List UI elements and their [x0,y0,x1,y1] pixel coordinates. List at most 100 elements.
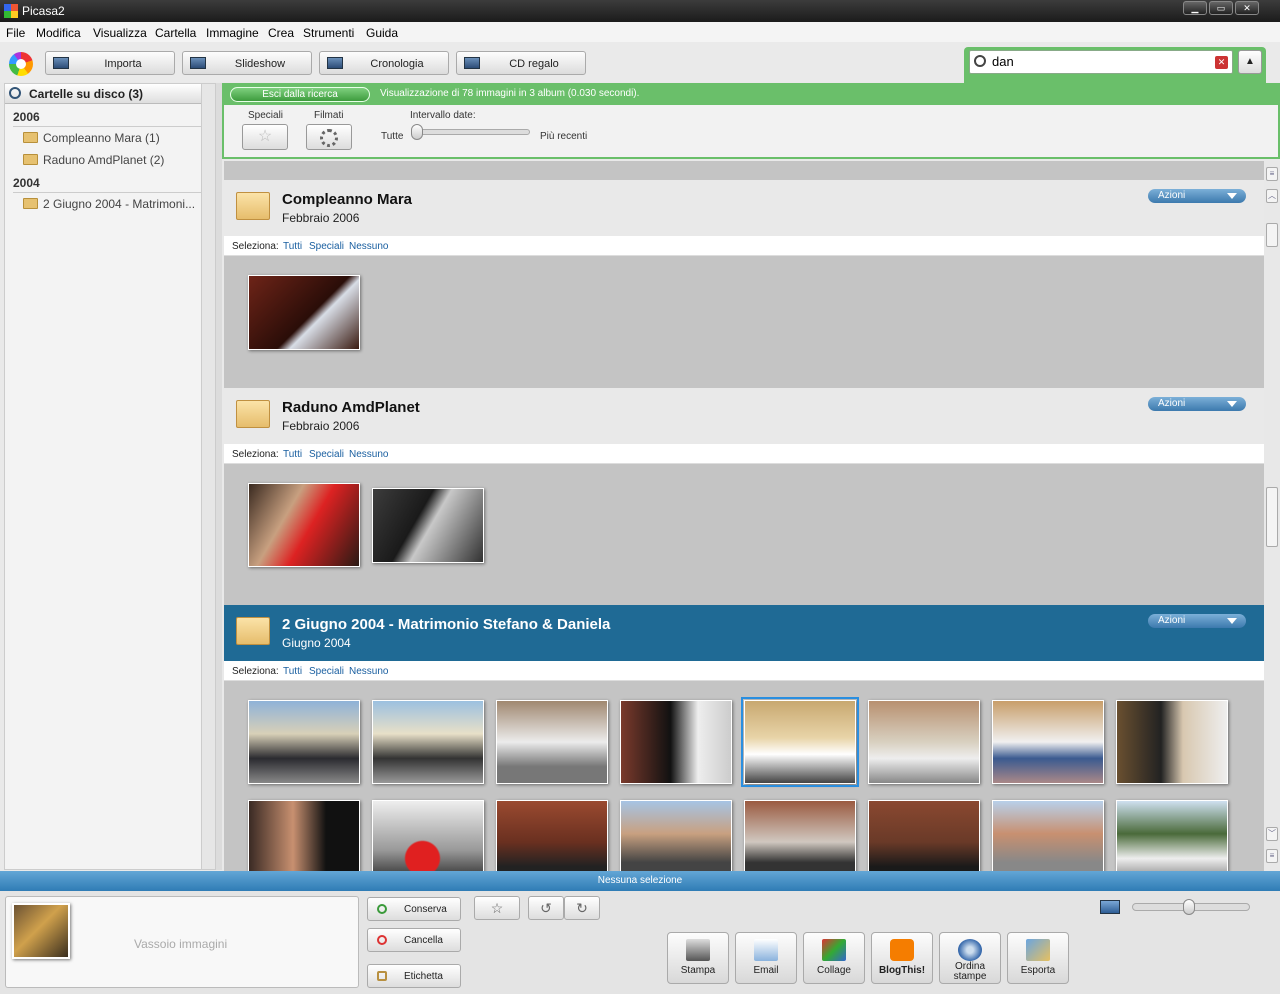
photo-thumbnail[interactable] [248,275,360,350]
slider-knob[interactable] [411,124,423,140]
star-button[interactable]: ☆ [474,896,520,920]
slider-knob[interactable] [1183,899,1195,915]
scroll-jog[interactable] [1266,487,1278,547]
sidebar-header[interactable]: Cartelle su disco (3) [5,84,201,104]
scroll-down-icon[interactable]: ﹀ [1266,827,1278,841]
scroll-top-icon[interactable]: ≡ [1266,167,1278,181]
album-header[interactable]: Compleanno Mara Febbraio 2006 Azioni [224,180,1264,236]
photo-thumbnail-selected[interactable] [741,697,859,787]
menu-modifica[interactable]: Modifica [36,26,81,40]
panel-splitter[interactable] [216,83,222,870]
album-date: Febbraio 2006 [282,419,360,433]
starred-filter-button[interactable]: ☆ [242,124,288,150]
close-icon[interactable]: ✕ [1235,1,1259,15]
movies-filter-button[interactable] [306,124,352,150]
photo-thumbnail[interactable] [744,800,856,871]
photo-thumbnail[interactable] [868,700,980,784]
rotate-left-button[interactable]: ↺ [528,896,564,920]
select-starred-link[interactable]: Speciali [309,666,344,677]
slideshow-icon [190,57,206,69]
select-all-link[interactable]: Tutti [283,241,302,252]
photo-thumbnail[interactable] [1116,700,1228,784]
menu-immagine[interactable]: Immagine [206,26,259,40]
rotate-right-button[interactable]: ↻ [564,896,600,920]
tray-thumbnail[interactable] [12,903,70,959]
select-none-link[interactable]: Nessuno [349,666,388,677]
select-none-link[interactable]: Nessuno [349,241,388,252]
photo-thumbnail[interactable] [372,800,484,871]
clear-button[interactable]: Cancella [367,928,461,952]
sidebar-scrollbar[interactable] [201,84,215,869]
filter-bar: Speciali ☆ Filmati Intervallo date: Tutt… [222,105,1280,159]
sidebar-item-raduno-amdplanet[interactable]: Raduno AmdPlanet (2) [23,153,164,167]
menu-file[interactable]: File [6,26,25,40]
date-range-slider[interactable] [411,124,530,140]
import-button[interactable]: Importa [45,51,175,75]
photo-thumbnail[interactable] [868,800,980,871]
menu-strumenti[interactable]: Strumenti [303,26,354,40]
sidebar-item-matrimonio[interactable]: 2 Giugno 2004 - Matrimoni... [23,197,195,211]
photo-thumbnail[interactable] [620,800,732,871]
photo-tray[interactable]: Vassoio immagini [5,896,359,988]
select-all-link[interactable]: Tutti [283,449,302,460]
menu-crea[interactable]: Crea [268,26,294,40]
timeline-button[interactable]: Cronologia [319,51,449,75]
thumbnail-size-slider[interactable] [1132,899,1250,915]
print-button[interactable]: Stampa [667,932,729,984]
search-icon [9,87,21,99]
search-input[interactable] [992,54,1192,69]
photo-thumbnail[interactable] [372,700,484,784]
menu-cartella[interactable]: Cartella [155,26,196,40]
album-actions-button[interactable]: Azioni [1148,397,1246,411]
clear-search-icon[interactable]: ✕ [1215,56,1228,69]
content-scrollbar[interactable]: ≡ ︿ ﹀ ≡ [1264,161,1280,871]
photo-thumbnail[interactable] [620,700,732,784]
email-button[interactable]: Email [735,932,797,984]
exit-search-button[interactable]: Esci dalla ricerca [230,87,370,102]
album-actions-button[interactable]: Azioni [1148,189,1246,203]
photo-thumbnail[interactable] [992,800,1104,871]
select-all-link[interactable]: Tutti [283,666,302,677]
collage-icon [822,939,846,961]
collage-button[interactable]: Collage [803,932,865,984]
minimize-icon[interactable]: ▁ [1183,1,1207,15]
select-label: Seleziona: [232,241,279,252]
export-button[interactable]: Esporta [1007,932,1069,984]
scroll-bottom-icon[interactable]: ≡ [1266,849,1278,863]
photo-thumbnail[interactable] [248,800,360,871]
search-box[interactable]: ✕ [969,50,1233,74]
divider [13,126,203,127]
album-actions-button[interactable]: Azioni [1148,614,1246,628]
blogthis-button[interactable]: BlogThis! [871,932,933,984]
select-starred-link[interactable]: Speciali [309,241,344,252]
album-header[interactable]: Raduno AmdPlanet Febbraio 2006 Azioni [224,388,1264,444]
tray-label: Vassoio immagini [134,937,228,951]
select-row: Seleziona: Tutti Speciali Nessuno [224,661,1264,681]
sidebar-item-compleanno-mara[interactable]: Compleanno Mara (1) [23,131,160,145]
hold-button[interactable]: Conserva [367,897,461,921]
select-none-link[interactable]: Nessuno [349,449,388,460]
label-button[interactable]: Etichetta [367,964,461,988]
select-label: Seleziona: [232,449,279,460]
album-header-selected[interactable]: 2 Giugno 2004 - Matrimonio Stefano & Dan… [224,605,1264,661]
gift-cd-button[interactable]: CD regalo [456,51,586,75]
menu-visualizza[interactable]: Visualizza [93,26,147,40]
collapse-icon[interactable]: ▲ [1238,50,1262,74]
all-dates-label: Tutte [381,131,404,142]
sidebar-header-label: Cartelle su disco (3) [29,87,144,101]
order-prints-button[interactable]: Ordina stampe [939,932,1001,984]
slideshow-button[interactable]: Slideshow [182,51,312,75]
photo-thumbnail[interactable] [496,800,608,871]
photo-thumbnail[interactable] [992,700,1104,784]
menu-guida[interactable]: Guida [366,26,398,40]
maximize-icon[interactable]: ▭ [1209,1,1233,15]
picasa-logo-icon[interactable] [9,52,33,76]
scroll-thumb[interactable] [1266,223,1278,247]
scroll-up-icon[interactable]: ︿ [1266,189,1278,203]
photo-thumbnail[interactable] [496,700,608,784]
select-starred-link[interactable]: Speciali [309,449,344,460]
photo-thumbnail[interactable] [1116,800,1228,871]
photo-thumbnail[interactable] [372,488,484,563]
photo-thumbnail[interactable] [248,700,360,784]
photo-thumbnail[interactable] [248,483,360,567]
